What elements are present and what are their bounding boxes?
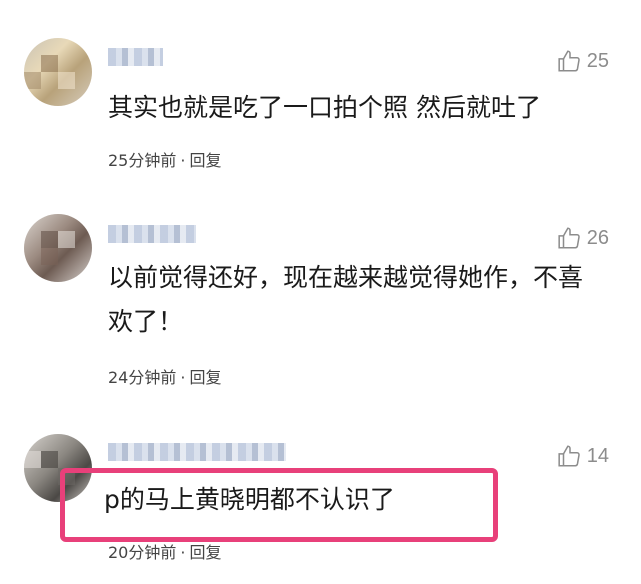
avatar[interactable] [24,38,92,106]
comment-item: 25 其实也就是吃了一口拍个照 然后就吐了 25分钟前 · 回复 [0,0,641,198]
username-blurred[interactable] [108,443,286,461]
separator: · [180,543,186,562]
comment-time: 24分钟前 [108,368,177,387]
comment-time: 20分钟前 [108,543,177,562]
like-count: 14 [586,444,609,467]
like-button[interactable]: 14 [557,443,609,469]
comment-time: 25分钟前 [108,151,177,170]
thumbs-up-icon [558,227,580,249]
like-count: 25 [586,49,609,72]
comment-meta: 25分钟前 · 回复 [108,147,221,171]
separator: · [180,368,186,387]
comment-text: 其实也就是吃了一口拍个照 然后就吐了 [108,93,541,122]
thumbs-up-icon [558,445,580,467]
like-count: 26 [586,226,609,249]
username-blurred[interactable] [108,48,163,66]
separator: · [180,151,186,170]
reply-button[interactable]: 回复 [189,543,221,562]
avatar[interactable] [24,214,92,282]
comment-meta: 24分钟前 · 回复 [108,364,221,388]
like-button[interactable]: 26 [557,225,609,251]
reply-button[interactable]: 回复 [189,368,221,387]
like-button[interactable]: 25 [557,48,609,74]
reply-button[interactable]: 回复 [189,151,221,170]
thumbs-up-icon [558,50,580,72]
username-blurred[interactable] [108,225,196,243]
comment-text: 以前觉得还好，现在越来越觉得她作，不喜欢了！ [108,263,584,336]
comment-meta: 20分钟前 · 回复 [108,539,221,563]
highlight-box [60,468,498,542]
comment-item: 26 以前觉得还好，现在越来越觉得她作，不喜欢了！ 24分钟前 · 回复 [0,198,641,418]
